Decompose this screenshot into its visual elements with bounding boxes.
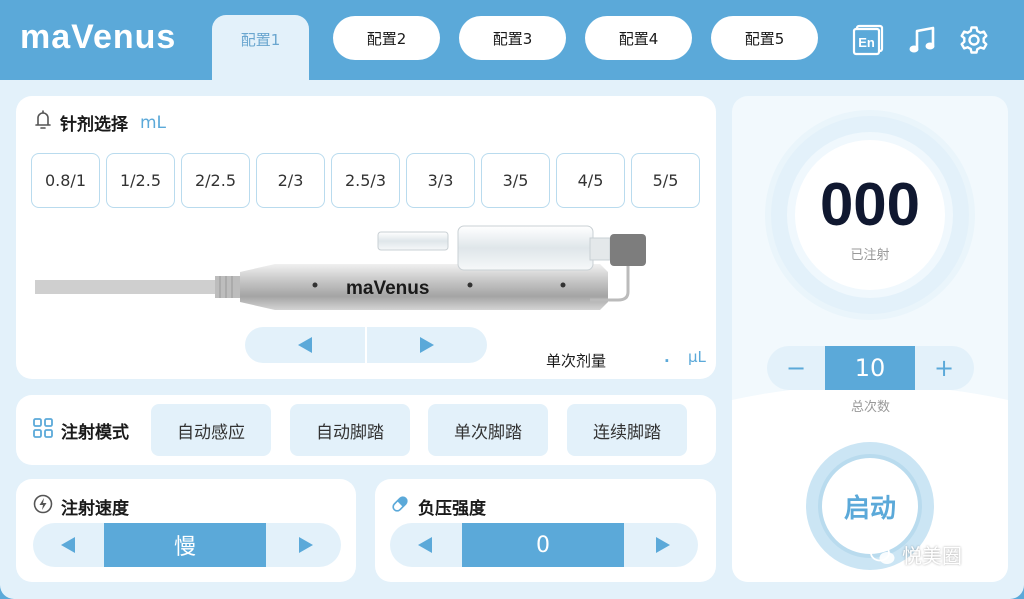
injected-count-value: 000	[819, 171, 921, 238]
speed-section-title: 注射速度	[33, 494, 129, 519]
pressure-value: 0	[462, 523, 624, 567]
triangle-right-icon	[656, 537, 670, 553]
needle-option-0-8-1[interactable]: 0.8/1	[31, 153, 100, 208]
watermark-text: 悦美圈	[902, 544, 962, 568]
needle-section-title: 针剂选择 mL	[34, 110, 166, 135]
capsule-icon	[390, 494, 410, 519]
needle-title: 针剂选择	[60, 115, 128, 135]
injected-count-label: 已注射	[850, 248, 890, 263]
needle-option-2-3[interactable]: 2/3	[256, 153, 325, 208]
triangle-left-icon	[418, 537, 432, 553]
pressure-section-title: 负压强度	[390, 494, 486, 519]
device-brand-label: maVenus	[346, 278, 430, 299]
needle-option-2-2-5[interactable]: 2/2.5	[181, 153, 250, 208]
mode-single-pedal[interactable]: 单次脚踏	[428, 404, 548, 456]
pressure-decrease-button[interactable]	[390, 523, 460, 567]
mode-continuous-pedal[interactable]: 连续脚踏	[567, 404, 687, 456]
speed-decrease-button[interactable]	[33, 523, 103, 567]
total-count-stepper: − 10 +	[767, 346, 974, 390]
total-count-label: 总次数	[850, 400, 890, 415]
mode-title: 注射模式	[61, 423, 129, 443]
triangle-left-icon	[61, 537, 75, 553]
mode-section-title: 注射模式	[33, 418, 129, 443]
needle-option-3-3[interactable]: 3/3	[406, 153, 475, 208]
music-note-icon[interactable]	[904, 22, 940, 58]
total-count-value: 10	[825, 346, 915, 390]
speed-slider: 慢	[33, 523, 341, 567]
triangle-right-icon	[299, 537, 313, 553]
tab-config-4[interactable]: 配置4	[585, 16, 692, 60]
watermark: 悦美圈	[870, 540, 962, 569]
counter-inner: 000 已注射	[795, 140, 945, 290]
bell-icon	[34, 110, 52, 135]
needle-next-button[interactable]	[367, 327, 487, 363]
app-logo: maVenus	[20, 18, 177, 56]
pressure-increase-button[interactable]	[628, 523, 698, 567]
triangle-right-icon	[420, 337, 434, 353]
speed-increase-button[interactable]	[271, 523, 341, 567]
needle-option-4-5[interactable]: 4/5	[556, 153, 625, 208]
total-decrease-button[interactable]: −	[767, 346, 825, 390]
dose-label: 单次剂量	[546, 352, 607, 370]
needle-position-control	[245, 327, 487, 363]
gear-icon[interactable]	[956, 22, 992, 58]
speed-value: 慢	[104, 523, 266, 567]
needle-unit: mL	[140, 112, 167, 133]
language-en-icon[interactable]: En	[850, 22, 886, 58]
needle-prev-button[interactable]	[245, 327, 367, 363]
needle-option-5-5[interactable]: 5/5	[631, 153, 700, 208]
dose-value: .	[664, 348, 670, 366]
tab-config-5[interactable]: 配置5	[711, 16, 818, 60]
tab-config-2[interactable]: 配置2	[333, 16, 440, 60]
tab-config-1[interactable]: 配置1	[212, 15, 309, 85]
mode-auto-pedal[interactable]: 自动脚踏	[290, 404, 410, 456]
tab-config-3[interactable]: 配置3	[459, 16, 566, 60]
injector-device-image	[35, 225, 646, 310]
pressure-title: 负压强度	[418, 499, 486, 519]
injection-counter-dial: 000 已注射	[765, 110, 975, 320]
needle-option-3-5[interactable]: 3/5	[481, 153, 550, 208]
triangle-left-icon	[298, 337, 312, 353]
needle-option-2-5-3[interactable]: 2.5/3	[331, 153, 400, 208]
total-increase-button[interactable]: +	[915, 346, 973, 390]
header: maVenus 配置1 配置2 配置3 配置4 配置5 En	[0, 0, 1024, 85]
chat-bubble-icon	[870, 544, 895, 564]
needle-option-1-2-5[interactable]: 1/2.5	[106, 153, 175, 208]
grid-icon	[33, 418, 53, 443]
speed-title: 注射速度	[61, 499, 129, 519]
mode-auto-sense[interactable]: 自动感应	[151, 404, 271, 456]
dose-unit: μL	[688, 348, 706, 366]
lightning-icon	[33, 494, 53, 519]
pressure-slider: 0	[390, 523, 698, 567]
svg-text:En: En	[858, 35, 875, 50]
